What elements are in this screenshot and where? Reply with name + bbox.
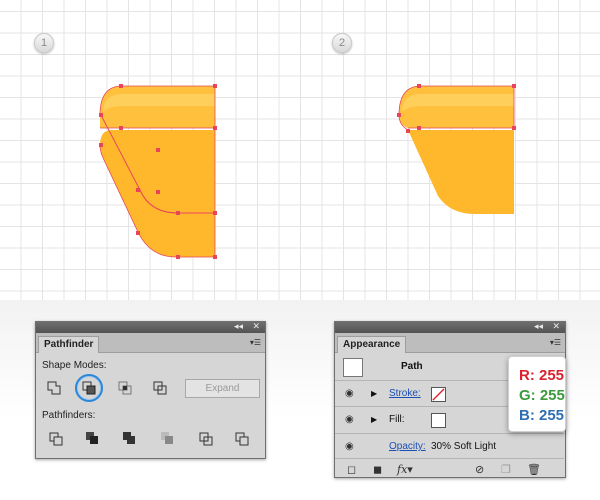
pathfinder-tabbar: Pathfinder ▾☰ bbox=[36, 333, 265, 353]
minus-back-icon[interactable] bbox=[235, 432, 249, 446]
collapse-icon[interactable]: ◂◂ bbox=[534, 321, 543, 332]
stroke-swatch-none[interactable] bbox=[431, 387, 446, 402]
rgb-blue-value: B: 255 bbox=[519, 407, 565, 424]
pathfinders-label: Pathfinders: bbox=[42, 410, 96, 421]
fill-swatch-white[interactable] bbox=[431, 413, 446, 428]
panel-menu-icon[interactable]: ▾☰ bbox=[250, 338, 261, 347]
tab-pathfinder[interactable]: Pathfinder bbox=[38, 336, 100, 353]
step1-artwork bbox=[99, 84, 217, 259]
pathfinder-titlebar[interactable]: ◂◂ ✕ bbox=[36, 321, 265, 333]
intersect-icon[interactable] bbox=[118, 381, 132, 395]
trash-icon[interactable]: 🗑 bbox=[527, 463, 541, 476]
rgb-callout: R: 255 G: 255 B: 255 bbox=[508, 356, 566, 432]
object-thumbnail bbox=[343, 358, 363, 377]
unite-icon[interactable] bbox=[47, 381, 61, 395]
add-new-stroke-icon[interactable]: ◻ bbox=[347, 463, 356, 476]
add-new-fill-icon[interactable]: ◼ bbox=[373, 463, 382, 476]
duplicate-item-icon[interactable]: ❐ bbox=[501, 463, 511, 476]
step2-bottom-shape[interactable] bbox=[408, 130, 514, 214]
eye-icon[interactable]: ◉ bbox=[345, 388, 354, 399]
outline-icon[interactable] bbox=[199, 432, 213, 446]
expand-button[interactable]: Expand bbox=[185, 379, 260, 398]
appearance-titlebar[interactable]: ◂◂ ✕ bbox=[335, 321, 565, 333]
rgb-green-value: G: 255 bbox=[519, 387, 565, 404]
rgb-red-value: R: 255 bbox=[519, 367, 565, 384]
panel-menu-icon[interactable]: ▾☰ bbox=[550, 338, 561, 347]
stroke-label[interactable]: Stroke: bbox=[389, 388, 421, 399]
opacity-value: 30% Soft Light bbox=[431, 441, 497, 452]
opacity-label[interactable]: Opacity: bbox=[389, 441, 426, 452]
step1-top-shape[interactable] bbox=[100, 86, 215, 128]
close-icon[interactable]: ✕ bbox=[552, 321, 560, 332]
step2-top-shape[interactable] bbox=[399, 86, 514, 128]
merge-icon[interactable] bbox=[122, 431, 136, 445]
shape-modes-label: Shape Modes: bbox=[42, 360, 107, 371]
fx-icon[interactable]: fx▾ bbox=[397, 463, 413, 476]
divide-icon[interactable] bbox=[49, 432, 63, 446]
object-label: Path bbox=[401, 361, 423, 372]
tab-appearance[interactable]: Appearance bbox=[337, 336, 407, 353]
exclude-icon[interactable] bbox=[153, 381, 167, 395]
fill-label: Fill: bbox=[389, 414, 405, 425]
pathfinder-panel: ◂◂ ✕ Pathfinder ▾☰ Shape Modes: Expand P… bbox=[35, 321, 266, 459]
crop-icon[interactable] bbox=[160, 431, 174, 445]
eye-icon[interactable]: ◉ bbox=[345, 441, 354, 452]
expand-triangle-icon[interactable]: ▶ bbox=[371, 415, 377, 424]
clear-appearance-icon[interactable]: ⊘ bbox=[475, 463, 484, 476]
artboard-canvas: 1 2 bbox=[0, 0, 600, 300]
close-icon[interactable]: ✕ bbox=[252, 321, 260, 332]
artwork bbox=[99, 84, 516, 259]
minus-front-icon[interactable] bbox=[82, 381, 96, 395]
appearance-tabbar: Appearance ▾☰ bbox=[335, 333, 565, 353]
expand-triangle-icon[interactable]: ▶ bbox=[371, 389, 377, 398]
trim-icon[interactable] bbox=[85, 431, 99, 445]
collapse-icon[interactable]: ◂◂ bbox=[234, 321, 243, 332]
eye-icon[interactable]: ◉ bbox=[345, 414, 354, 425]
step2-artwork bbox=[397, 84, 516, 214]
appearance-toolbar: ◻ ◼ fx▾ ⊘ ❐ 🗑 bbox=[335, 459, 565, 477]
opacity-row[interactable]: ◉ Opacity: 30% Soft Light bbox=[335, 435, 564, 459]
